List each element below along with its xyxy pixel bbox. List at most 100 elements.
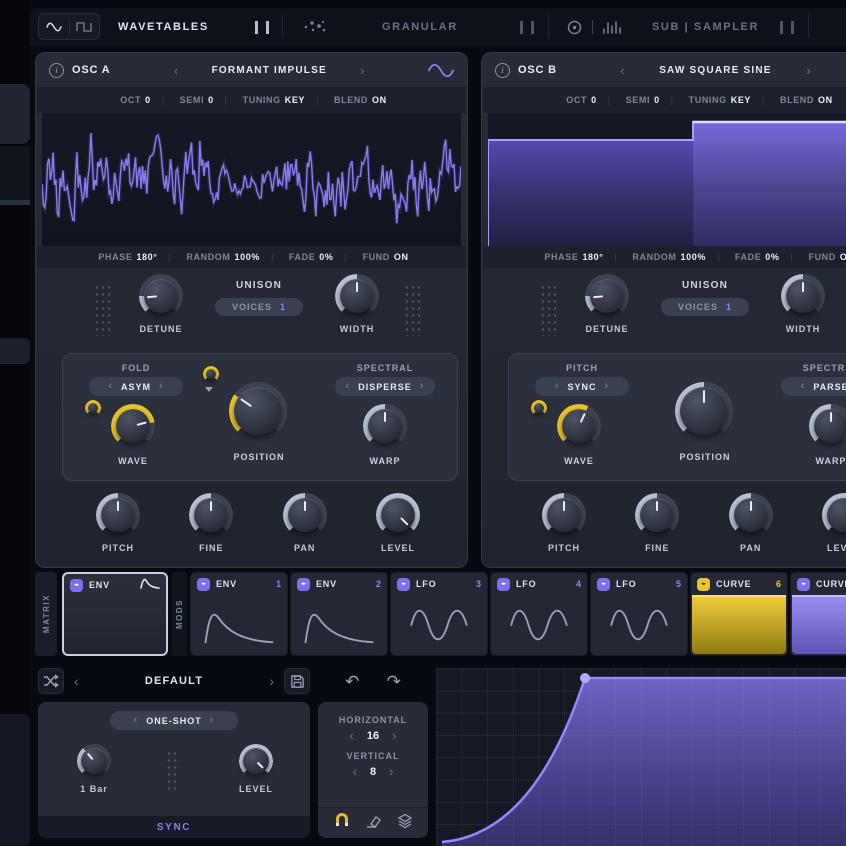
wave-knob[interactable] (557, 404, 601, 448)
redo-button[interactable]: ↷ (387, 673, 401, 690)
chevron-right-icon[interactable]: › (420, 381, 425, 392)
semi-value[interactable]: 0 (208, 95, 214, 105)
magnet-snap-button[interactable] (334, 813, 350, 834)
chevron-left-icon[interactable]: ‹ (134, 715, 139, 726)
position-knob[interactable] (675, 382, 733, 440)
level-knob[interactable]: LEVEL (816, 493, 846, 553)
blend-value[interactable]: ON (372, 95, 387, 105)
random-value[interactable]: 100% (235, 252, 260, 262)
vertical-value[interactable]: 8 (370, 766, 376, 778)
pan-knob[interactable]: PAN (723, 493, 779, 553)
chevron-left-icon[interactable]: ‹ (350, 729, 354, 742)
width-knob[interactable]: WIDTH (329, 274, 385, 334)
grain-dots-icon[interactable] (302, 19, 328, 40)
mod-amount-knob[interactable] (531, 400, 547, 416)
vertical-grid-stepper[interactable]: ‹ 8 › (353, 765, 394, 778)
tuning-value[interactable]: KEY (285, 95, 305, 105)
morph-mode-selector[interactable]: ‹ ASYM › (89, 377, 183, 396)
tab-sub-sampler[interactable]: SUB | SAMPLER (652, 21, 759, 33)
square-icon[interactable] (70, 22, 100, 32)
mod-power-icon[interactable]: ◂▸ (297, 578, 310, 591)
width-knob[interactable]: WIDTH (775, 274, 831, 334)
mod-tile-env-1[interactable]: ◂▸ ENV 1 (190, 572, 288, 656)
blend-value[interactable]: ON (818, 95, 833, 105)
mod-power-icon[interactable]: ◂▸ (497, 578, 510, 591)
warp-knob[interactable] (363, 404, 407, 448)
chevron-left-icon[interactable]: ‹ (108, 381, 113, 392)
randomize-button[interactable] (38, 668, 64, 694)
warp-knob[interactable] (809, 404, 846, 448)
sync-toggle[interactable]: SYNC (38, 816, 310, 838)
target-icon[interactable] (566, 19, 583, 41)
curve-editor[interactable] (436, 668, 846, 846)
fund-value[interactable]: ON (840, 252, 846, 262)
mod-power-icon[interactable]: ◂▸ (70, 579, 83, 592)
osc-b-wavetable-display[interactable] (488, 113, 846, 246)
fund-value[interactable]: ON (394, 252, 409, 262)
semi-value[interactable]: 0 (654, 95, 660, 105)
phase-value[interactable]: 180° (136, 252, 157, 262)
voices-control[interactable]: VOICES 1 (215, 298, 303, 316)
fade-value[interactable]: 0% (765, 252, 779, 262)
wavetables-tab-iconbox[interactable] (38, 13, 100, 40)
preset-name[interactable]: DEFAULT (89, 675, 260, 687)
osc-a-wavetable-name[interactable]: FORMANT IMPULSE (194, 65, 344, 76)
mod-tile-lfo-5[interactable]: ◂▸ LFO 5 (590, 572, 688, 656)
horizontal-value[interactable]: 16 (367, 730, 379, 742)
chevron-left-icon[interactable]: ‹ (353, 765, 357, 778)
chevron-left-icon[interactable]: ‹ (555, 381, 560, 392)
preset-next-icon[interactable]: › (269, 674, 274, 688)
osc-b-wavetable-name[interactable]: SAW SQUARE SINE (640, 65, 790, 76)
drag-grip[interactable] (166, 750, 180, 790)
tuning-value[interactable]: KEY (731, 95, 751, 105)
random-value[interactable]: 100% (681, 252, 706, 262)
tab-wavetables[interactable]: WAVETABLES (118, 21, 209, 33)
mod-tile-lfo-4[interactable]: ◂▸ LFO 4 (490, 572, 588, 656)
voices-value[interactable]: 1 (726, 302, 732, 312)
drag-grip[interactable] (404, 284, 421, 336)
osc-a-wavetable-display[interactable] (42, 113, 461, 246)
preset-prev-icon[interactable]: ‹ (74, 674, 79, 688)
chevron-right-icon[interactable]: › (806, 64, 810, 77)
chevron-left-icon[interactable]: ‹ (801, 381, 806, 392)
mod-tile-lfo-3[interactable]: ◂▸ LFO 3 (390, 572, 488, 656)
undo-button[interactable]: ↶ (345, 673, 359, 690)
layers-button[interactable] (397, 813, 413, 834)
tab-granular[interactable]: GRANULAR (382, 21, 458, 33)
info-icon[interactable]: i (49, 63, 64, 78)
voices-value[interactable]: 1 (280, 302, 286, 312)
chevron-left-icon[interactable]: ‹ (174, 64, 178, 77)
fade-value[interactable]: 0% (319, 252, 333, 262)
pause-icon[interactable] (255, 21, 269, 34)
chevron-right-icon[interactable]: › (210, 715, 215, 726)
sine-icon[interactable] (39, 22, 69, 32)
rate-knob[interactable]: 1 Bar (66, 744, 122, 794)
mod-power-icon[interactable]: ◂▸ (397, 578, 410, 591)
mod-amount-knob[interactable] (203, 366, 219, 382)
position-knob[interactable] (229, 382, 287, 440)
chevron-right-icon[interactable]: › (159, 381, 164, 392)
oct-value[interactable]: 0 (591, 95, 597, 105)
spectral-mode-selector[interactable]: ‹ DISPERSE › (335, 377, 435, 396)
one-shot-mode-selector[interactable]: ‹ ONE-SHOT › (110, 711, 238, 730)
sine-wave-icon[interactable] (428, 64, 454, 77)
drag-grip[interactable] (94, 284, 111, 336)
curve-level-knob[interactable]: LEVEL (228, 744, 284, 794)
wave-knob[interactable] (111, 404, 155, 448)
horizontal-grid-stepper[interactable]: ‹ 16 › (350, 729, 397, 742)
chevron-left-icon[interactable]: ‹ (346, 381, 351, 392)
oct-value[interactable]: 0 (145, 95, 151, 105)
fine-knob[interactable]: FINE (629, 493, 685, 553)
eraser-button[interactable] (365, 813, 381, 834)
spectral-mode-selector[interactable]: ‹ PARSE › (781, 377, 846, 396)
pause-icon[interactable] (520, 21, 534, 34)
pan-knob[interactable]: PAN (277, 493, 333, 553)
morph-mode-selector[interactable]: ‹ SYNC › (535, 377, 629, 396)
pitch-knob[interactable]: PITCH (536, 493, 592, 553)
pause-icon[interactable] (780, 21, 794, 34)
mod-power-icon[interactable]: ◂▸ (597, 578, 610, 591)
mod-power-icon[interactable]: ◂▸ (197, 578, 210, 591)
drag-grip[interactable] (540, 284, 557, 336)
chevron-right-icon[interactable]: › (360, 64, 364, 77)
save-button[interactable] (284, 668, 310, 694)
